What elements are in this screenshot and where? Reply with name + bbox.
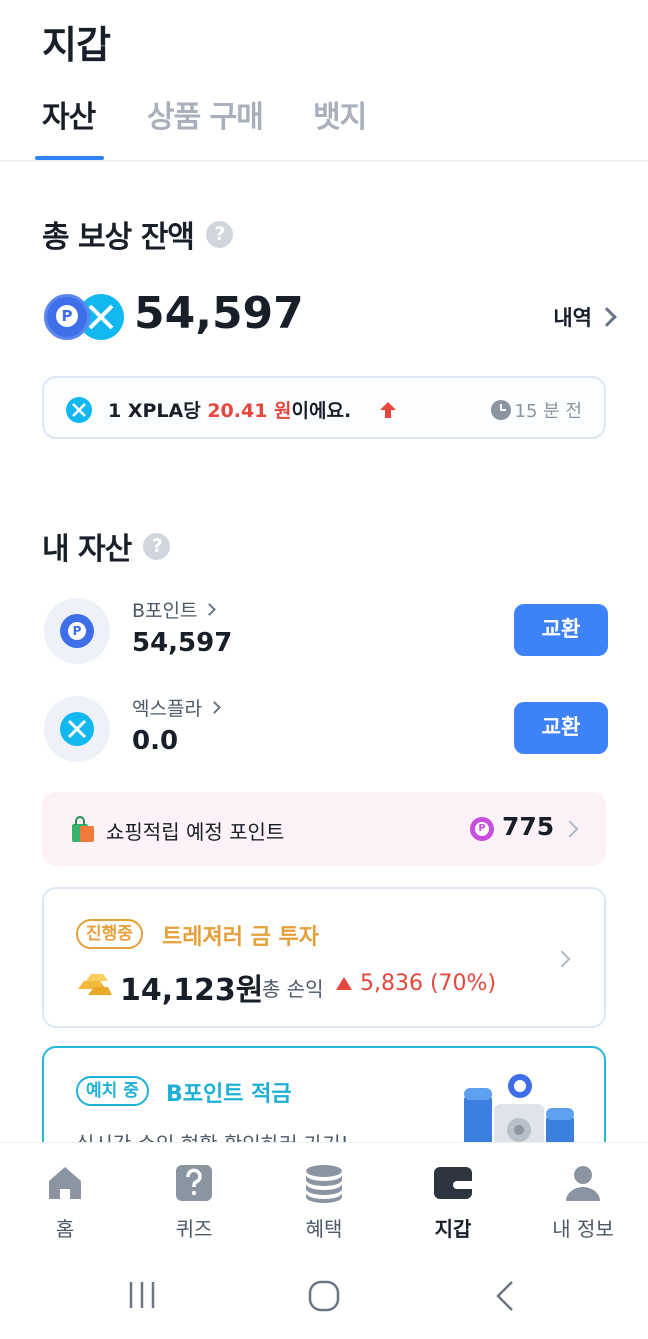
tab-badge[interactable]: 뱃지 xyxy=(313,92,367,136)
wallet-icon xyxy=(434,1167,472,1199)
shopping-points-label: 쇼핑적립 예정 포인트 xyxy=(106,820,285,844)
saving-title: B포인트 적금 xyxy=(166,1082,292,1107)
xpla-icon xyxy=(66,397,92,423)
help-icon[interactable]: ? xyxy=(143,532,171,560)
shopping-bag-icon xyxy=(72,816,94,842)
nav-my-info-label: 내 정보 xyxy=(552,1217,614,1241)
shopping-points-card[interactable]: 쇼핑적립 예정 포인트 775 xyxy=(42,792,606,866)
nav-my-info[interactable]: 내 정보 xyxy=(533,1163,633,1242)
nav-home[interactable]: 홈 xyxy=(15,1163,115,1242)
rate-time-label: 15 분 전 xyxy=(514,401,582,422)
chevron-right-icon xyxy=(561,820,579,838)
gold-investment-value: 14,123원 xyxy=(120,973,264,1008)
reward-balance-section-title: 총 보상 잔액 ? xyxy=(42,212,233,256)
nav-wallet-label: 지갑 xyxy=(434,1217,472,1241)
recent-apps-icon[interactable] xyxy=(128,1280,156,1310)
asset-name-label: B포인트 xyxy=(132,600,198,622)
reward-balance-value: 54,597 xyxy=(134,288,304,339)
total-profit-value: 5,836 (70%) xyxy=(360,971,497,996)
arrow-up-icon xyxy=(380,402,396,418)
tab-product-purchase[interactable]: 상품 구매 xyxy=(147,92,264,136)
user-icon xyxy=(566,1166,600,1201)
nav-quiz-label: 퀴즈 xyxy=(175,1217,213,1241)
status-badge: 진행중 xyxy=(76,919,143,949)
rate-prefix: 1 XPLA당 xyxy=(108,400,208,422)
asset-name[interactable]: 엑스플라 xyxy=(132,694,221,721)
point-icon xyxy=(470,817,494,841)
bottom-navigation: 홈 퀴즈 혜택 지갑 내 정보 xyxy=(0,1142,648,1252)
reward-balance-title: 총 보상 잔액 xyxy=(42,220,195,255)
gold-bars-icon xyxy=(78,974,112,995)
history-link[interactable]: 내역 xyxy=(553,302,617,332)
nav-benefits-label: 혜택 xyxy=(305,1217,343,1241)
status-badge: 예치 중 xyxy=(76,1076,149,1106)
b-point-xpla-coins-icon xyxy=(44,292,124,342)
asset-row-xpla[interactable]: 엑스플라 0.0 교환 xyxy=(44,696,608,764)
triangle-up-icon xyxy=(336,977,352,990)
nav-wallet[interactable]: 지갑 xyxy=(403,1163,503,1242)
nav-quiz[interactable]: 퀴즈 xyxy=(144,1163,244,1242)
shopping-points-value: 775 xyxy=(502,812,555,841)
chevron-right-icon xyxy=(203,603,217,616)
home-button-icon[interactable] xyxy=(308,1280,340,1312)
history-label: 내역 xyxy=(553,306,592,330)
tab-bar: 자산 상품 구매 뱃지 xyxy=(0,86,648,162)
my-assets-section-title: 내 자산 ? xyxy=(42,524,171,568)
rate-suffix: 이에요. xyxy=(291,400,352,422)
home-icon xyxy=(49,1167,81,1199)
asset-value: 0.0 xyxy=(132,726,179,756)
xpla-rate-box: 1 XPLA당 20.41 원이에요. 15 분 전 xyxy=(42,376,606,439)
system-navigation-bar xyxy=(0,1252,648,1339)
rate-value: 20.41 원 xyxy=(207,400,292,422)
chevron-right-icon xyxy=(553,950,571,968)
page-title: 지갑 xyxy=(42,23,111,67)
clock-icon xyxy=(490,400,511,420)
nav-home-label: 홈 xyxy=(55,1217,75,1241)
gold-investment-card[interactable]: 진행중 트레져러 금 투자 14,123원 총 손익 5,836 (70%) xyxy=(42,887,606,1028)
active-tab-indicator xyxy=(35,156,104,160)
asset-name[interactable]: B포인트 xyxy=(132,596,217,623)
exchange-button[interactable]: 교환 xyxy=(514,604,608,656)
xpla-icon xyxy=(44,696,110,762)
asset-value: 54,597 xyxy=(132,628,233,658)
asset-row-b-point[interactable]: B포인트 54,597 교환 xyxy=(44,598,608,666)
help-icon[interactable]: ? xyxy=(205,220,233,248)
nav-benefits[interactable]: 혜택 xyxy=(274,1163,374,1242)
coins-icon xyxy=(306,1165,342,1203)
chevron-right-icon xyxy=(208,701,221,714)
my-assets-title: 내 자산 xyxy=(42,532,132,567)
back-icon[interactable] xyxy=(494,1280,516,1312)
tab-assets[interactable]: 자산 xyxy=(42,92,96,136)
asset-name-label: 엑스플라 xyxy=(132,698,202,720)
chevron-right-icon xyxy=(597,307,617,327)
xpla-rate-text: 1 XPLA당 20.41 원이에요. xyxy=(108,396,351,423)
reward-balance-row: 54,597 내역 xyxy=(44,288,617,350)
b-point-icon xyxy=(44,598,110,664)
exchange-button[interactable]: 교환 xyxy=(514,702,608,754)
rate-updated-time: 15 분 전 xyxy=(490,397,582,423)
gold-investment-title: 트레져러 금 투자 xyxy=(162,925,319,950)
quiz-icon xyxy=(176,1165,212,1201)
total-profit-label: 총 손익 xyxy=(262,977,324,1001)
